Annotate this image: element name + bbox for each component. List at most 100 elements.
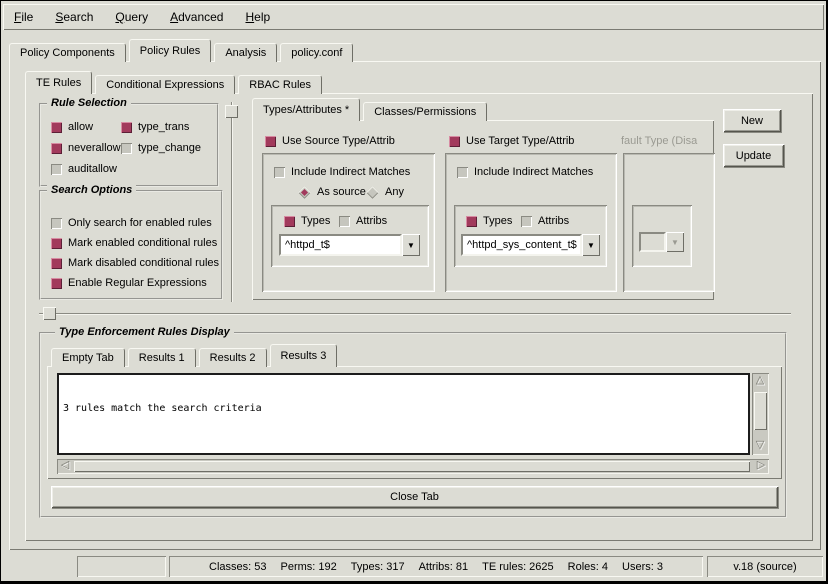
checkbox-mark-enabled-conditional[interactable]: Mark enabled conditional rules (51, 236, 217, 250)
horizontal-scrollbar-thumb[interactable] (74, 461, 750, 472)
checkbox-neverallow[interactable]: neverallow (51, 141, 121, 155)
use-source-checkbox-indicator (265, 136, 276, 147)
new-button[interactable]: New (723, 109, 781, 132)
vertical-scrollbar-thumb[interactable] (754, 392, 767, 430)
neverallow-checkbox-indicator (51, 143, 62, 154)
scroll-down-icon[interactable]: ▽ (753, 440, 767, 453)
checkbox-auditallow[interactable]: auditallow (51, 162, 117, 176)
mark-disabled-checkbox-indicator (51, 258, 62, 269)
menu-advanced[interactable]: Advanced (159, 5, 234, 29)
enable-regex-label: Enable Regular Expressions (68, 277, 207, 289)
results-horizontal-scrollbar[interactable]: ◁ ▷ (57, 459, 769, 474)
allow-checkbox-indicator (51, 122, 62, 133)
tab-conditional-expressions[interactable]: Conditional Expressions (95, 75, 235, 94)
results-vertical-scrollbar[interactable]: △ ▽ (752, 373, 769, 455)
source-type-combo-entry[interactable]: ^httpd_t$ (279, 234, 402, 256)
tab-results-1[interactable]: Results 1 (128, 348, 196, 367)
auditallow-label: auditallow (68, 163, 117, 175)
target-types-checkbox-indicator (466, 216, 477, 227)
allow-label: allow (68, 121, 93, 133)
source-frame: Include Indirect Matches As source Any T… (262, 153, 435, 292)
checkbox-enable-regex[interactable]: Enable Regular Expressions (51, 276, 207, 290)
criteria-tab-bar: Types/Attributes * Classes/Permissions (252, 98, 490, 121)
target-indirect-label: Include Indirect Matches (474, 166, 593, 178)
rule-selection-title: Rule Selection (47, 97, 131, 109)
tab-policy-rules[interactable]: Policy Rules (129, 39, 212, 62)
tab-policy-conf[interactable]: policy.conf (280, 43, 353, 62)
status-box-version: v.18 (source) (707, 556, 823, 577)
tab-results-2[interactable]: Results 2 (199, 348, 267, 367)
vertical-sash-handle[interactable] (225, 105, 238, 118)
results-tab-bar: Empty Tab Results 1 Results 2 Results 3 (51, 345, 340, 367)
source-types-attribs-frame: Types Attribs ^httpd_t$ ▼ (271, 205, 429, 267)
tab-empty-tab[interactable]: Empty Tab (51, 348, 125, 367)
te-tab-bar: TE Rules Conditional Expressions RBAC Ru… (25, 71, 325, 94)
checkbox-type-trans[interactable]: type_trans (121, 120, 189, 134)
checkbox-source-indirect[interactable]: Include Indirect Matches (274, 165, 410, 179)
tab-classes-permissions[interactable]: Classes/Permissions (363, 102, 487, 121)
status-stat: Perms: 192 (281, 561, 337, 573)
source-attribs-label: Attribs (356, 215, 387, 227)
menu-query[interactable]: Query (104, 5, 159, 29)
checkbox-use-source[interactable]: Use Source Type/Attrib (265, 134, 395, 148)
as-source-radio-indicator (298, 186, 311, 199)
close-tab-button[interactable]: Close Tab (51, 486, 778, 508)
mark-enabled-checkbox-indicator (51, 238, 62, 249)
checkbox-mark-disabled-conditional[interactable]: Mark disabled conditional rules (51, 256, 219, 270)
source-type-combo-arrow[interactable]: ▼ (402, 234, 420, 256)
checkbox-target-indirect[interactable]: Include Indirect Matches (457, 165, 593, 179)
target-types-attribs-frame: Types Attribs ^httpd_sys_content_t$ ▼ (454, 205, 607, 267)
blank-line (63, 441, 744, 454)
use-target-checkbox-indicator (449, 136, 460, 147)
source-types-label: Types (301, 215, 330, 227)
scroll-right-icon[interactable]: ▷ (754, 460, 768, 473)
results-3-page: 3 rules match the search criteria (5822)… (47, 366, 782, 479)
types-attributes-page: Use Source Type/Attrib Include Indirect … (252, 120, 714, 300)
status-stat: TE rules: 2625 (482, 561, 554, 573)
checkbox-use-target[interactable]: Use Target Type/Attrib (449, 134, 574, 148)
tab-policy-components[interactable]: Policy Components (9, 43, 126, 62)
source-attribs-checkbox-indicator (339, 216, 350, 227)
default-type-combobox: ▼ (639, 232, 684, 252)
checkbox-allow[interactable]: allow (51, 120, 93, 134)
dropdown-arrow-icon: ▼ (671, 238, 679, 247)
checkbox-target-types[interactable]: Types (466, 214, 512, 228)
checkbox-source-attribs[interactable]: Attribs (339, 214, 387, 228)
only-enabled-checkbox-indicator (51, 218, 62, 229)
scroll-left-icon[interactable]: ◁ (58, 460, 72, 473)
status-stat: Users: 3 (622, 561, 663, 573)
checkbox-only-enabled-rules[interactable]: Only search for enabled rules (51, 216, 212, 230)
horizontal-sash-handle[interactable] (43, 307, 56, 320)
default-type-combo-entry (639, 232, 666, 252)
use-source-label: Use Source Type/Attrib (282, 135, 395, 147)
menu-bar: File Search Query Advanced Help (3, 4, 824, 30)
target-type-combobox: ^httpd_sys_content_t$ ▼ (461, 234, 600, 256)
radio-any[interactable]: Any (366, 185, 404, 199)
main-tab-bar: Policy Components Policy Rules Analysis … (9, 39, 356, 62)
any-radio-indicator (366, 186, 379, 199)
target-frame: Include Indirect Matches Types Attribs ^… (445, 153, 617, 292)
enable-regex-checkbox-indicator (51, 278, 62, 289)
checkbox-source-types[interactable]: Types (284, 214, 330, 228)
update-button[interactable]: Update (723, 144, 784, 167)
checkbox-target-attribs[interactable]: Attribs (521, 214, 569, 228)
checkbox-type-change[interactable]: type_change (121, 141, 201, 155)
menu-help[interactable]: Help (234, 5, 281, 29)
tab-results-3[interactable]: Results 3 (270, 344, 338, 367)
tab-analysis[interactable]: Analysis (214, 43, 277, 62)
source-type-combobox: ^httpd_t$ ▼ (279, 234, 420, 256)
target-type-combo-entry[interactable]: ^httpd_sys_content_t$ (461, 234, 582, 256)
neverallow-label: neverallow (68, 142, 121, 154)
target-type-combo-arrow[interactable]: ▼ (582, 234, 600, 256)
radio-as-source[interactable]: As source (298, 185, 366, 199)
target-attribs-checkbox-indicator (521, 216, 532, 227)
status-stat: Classes: 53 (209, 561, 266, 573)
menu-search[interactable]: Search (44, 5, 104, 29)
results-text-area[interactable]: 3 rules match the search criteria (5822)… (57, 373, 750, 455)
policy-rules-page: TE Rules Conditional Expressions RBAC Ru… (9, 61, 821, 550)
menu-file[interactable]: File (3, 5, 44, 29)
tab-te-rules[interactable]: TE Rules (25, 71, 92, 94)
scroll-up-icon[interactable]: △ (753, 375, 767, 388)
tab-rbac-rules[interactable]: RBAC Rules (238, 75, 322, 94)
tab-types-attributes[interactable]: Types/Attributes * (252, 98, 360, 121)
